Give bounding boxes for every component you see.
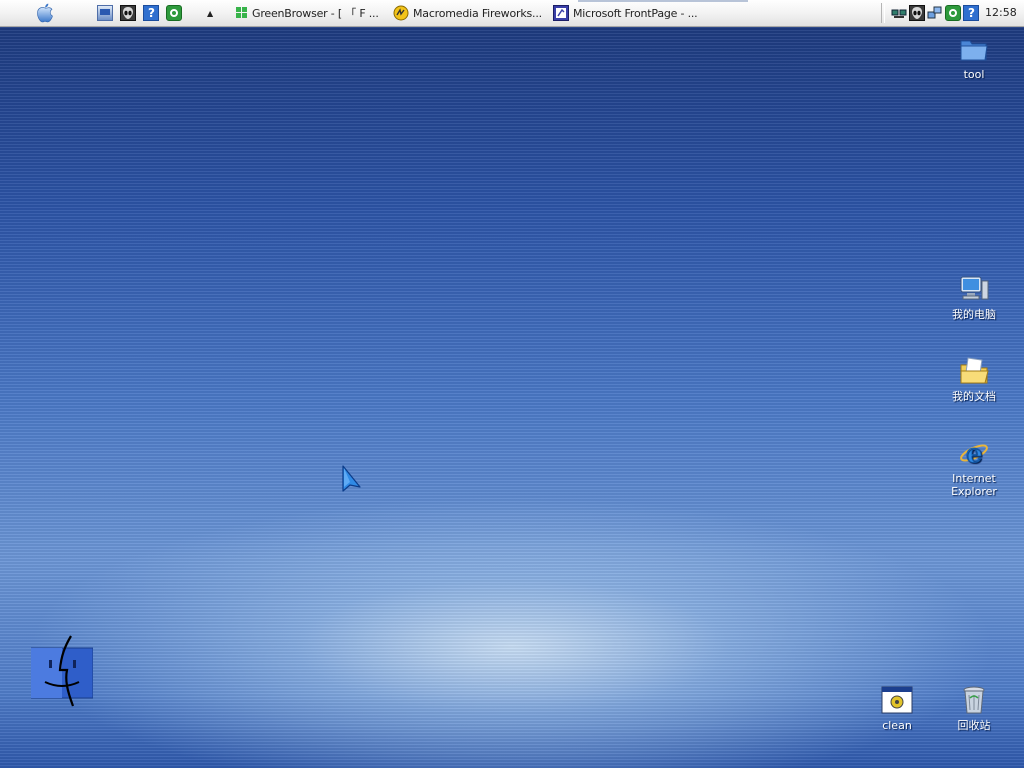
apple-logo-icon (37, 3, 53, 23)
desktop-icon-label: clean (882, 719, 912, 732)
desktop-icon-label-line1: Internet (952, 472, 996, 485)
clean-program-icon (881, 684, 913, 716)
svg-text:e: e (966, 439, 983, 469)
clock[interactable]: 12:58 (985, 6, 1017, 19)
task-frontpage[interactable]: Microsoft FrontPage - ... (553, 4, 698, 22)
task-greenbrowser[interactable]: GreenBrowser - [ 「 F ... (236, 4, 379, 22)
desktop-icon-my-documents[interactable]: 我的文档 (942, 355, 1006, 403)
greenbrowser-icon (236, 7, 247, 18)
menubar-indicator (578, 0, 748, 2)
frontpage-icon (553, 5, 569, 21)
task-fireworks[interactable]: Macromedia Fireworks... (393, 4, 542, 22)
alien-app-icon[interactable] (120, 5, 136, 21)
network-icon[interactable] (891, 5, 907, 21)
network-computers-icon[interactable] (927, 5, 943, 21)
desktop-background[interactable] (0, 27, 1024, 768)
documents-folder-icon (958, 355, 990, 387)
desktop-icon-label-line2: Explorer (951, 485, 997, 498)
recycle-bin-icon (958, 684, 990, 716)
task-label: Macromedia Fireworks... (413, 6, 542, 20)
computer-icon (958, 273, 990, 305)
desktop-icon-label: 我的电脑 (952, 308, 996, 321)
task-label: GreenBrowser - [ 「 F ... (252, 7, 379, 20)
task-label: Microsoft FrontPage - ... (573, 6, 698, 20)
apple-menu-button[interactable] (34, 0, 56, 26)
desktop-icon-my-computer[interactable]: 我的电脑 (942, 273, 1006, 321)
desktop-icon-clean[interactable]: clean (865, 684, 929, 732)
folder-icon (958, 33, 990, 65)
mouse-cursor-icon (342, 465, 361, 492)
desktop-icon-internet-explorer[interactable]: e Internet Explorer (942, 437, 1006, 498)
menubar: ? ▲ GreenBrowser - [ 「 F ... Macromedia … (0, 0, 1024, 27)
desktop-icon-label: tool (963, 68, 985, 81)
help-app-icon[interactable]: ? (143, 5, 159, 21)
expand-arrow-button[interactable]: ▲ (207, 0, 213, 26)
alien-tray-icon[interactable] (909, 5, 925, 21)
desktop-icon-label: 回收站 (957, 719, 991, 732)
desktop-icon-tool[interactable]: tool (942, 33, 1006, 81)
fireworks-icon (393, 5, 409, 21)
system-tray: ? (891, 0, 979, 26)
desktop-icon-recycle-bin[interactable]: 回收站 (942, 684, 1006, 732)
help-tray-icon[interactable]: ? (963, 5, 979, 21)
desktop-icon-label: 我的文档 (952, 390, 996, 403)
show-desktop-icon[interactable] (97, 5, 113, 21)
green-tray-icon[interactable] (945, 5, 961, 21)
green-refresh-icon[interactable] (166, 5, 182, 21)
finder-icon[interactable] (31, 635, 93, 707)
internet-explorer-icon: e (958, 437, 990, 469)
tray-separator (881, 3, 885, 23)
